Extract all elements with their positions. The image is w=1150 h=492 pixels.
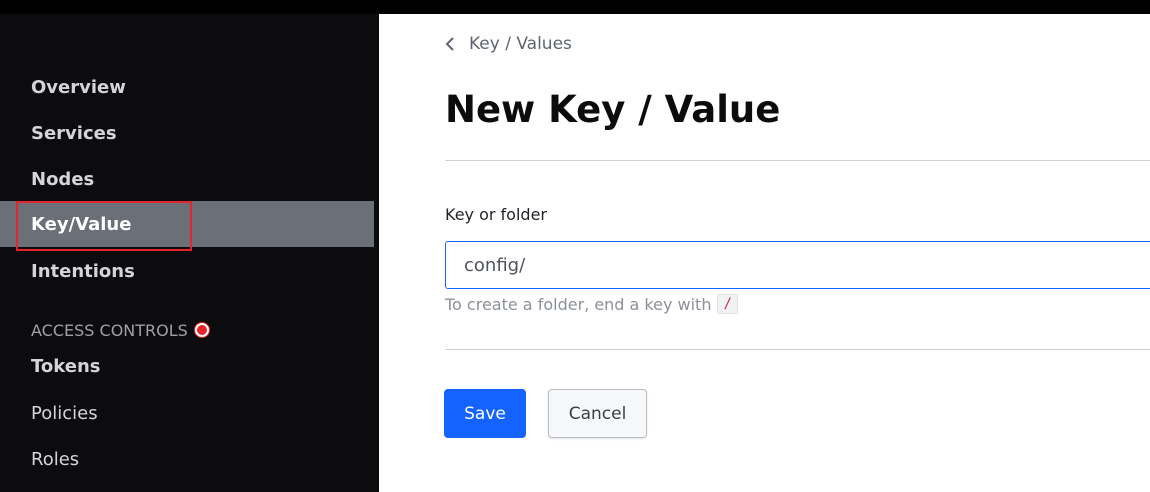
cancel-button[interactable]: Cancel — [548, 389, 647, 438]
key-or-folder-input[interactable] — [445, 241, 1150, 289]
section-heading-label: ACCESS CONTROLS — [31, 320, 188, 340]
sidebar-item-services[interactable]: Services — [0, 110, 374, 156]
save-button[interactable]: Save — [444, 389, 526, 438]
sidebar-item-label: Policies — [31, 402, 98, 424]
sidebar-item-overview[interactable]: Overview — [0, 64, 374, 110]
sidebar: Overview Services Nodes Key/Value Intent… — [0, 14, 379, 492]
top-bar — [0, 0, 1150, 14]
breadcrumb[interactable]: Key / Values — [445, 34, 572, 54]
sidebar-item-label: Nodes — [31, 168, 95, 190]
key-field-label: Key or folder — [445, 205, 547, 224]
selection-highlight-box — [16, 201, 192, 251]
header-divider — [445, 160, 1150, 161]
access-controls-heading: ACCESS CONTROLS — [31, 319, 209, 341]
sidebar-item-intentions[interactable]: Intentions — [0, 248, 374, 294]
sidebar-item-label: Overview — [31, 76, 126, 98]
main-content: Key / Values New Key / Value Key or fold… — [379, 14, 1150, 492]
sidebar-item-label: Services — [31, 122, 117, 144]
sidebar-item-key-value[interactable]: Key/Value — [0, 201, 374, 251]
page-title: New Key / Value — [445, 88, 781, 131]
sidebar-item-label: Intentions — [31, 260, 135, 282]
alert-dot-icon — [194, 323, 209, 337]
chevron-left-icon — [445, 37, 454, 51]
breadcrumb-label: Key / Values — [469, 34, 572, 54]
sidebar-item-label: Roles — [31, 448, 80, 470]
sidebar-item-policies[interactable]: Policies — [0, 390, 374, 436]
sidebar-item-nodes[interactable]: Nodes — [0, 156, 374, 202]
help-code: / — [717, 294, 738, 314]
form-divider — [445, 349, 1150, 350]
help-text-label: To create a folder, end a key with — [445, 294, 712, 314]
help-text: To create a folder, end a key with / — [445, 294, 738, 314]
sidebar-item-label: Tokens — [31, 355, 101, 377]
sidebar-item-tokens[interactable]: Tokens — [0, 343, 374, 389]
sidebar-item-roles[interactable]: Roles — [0, 436, 374, 482]
